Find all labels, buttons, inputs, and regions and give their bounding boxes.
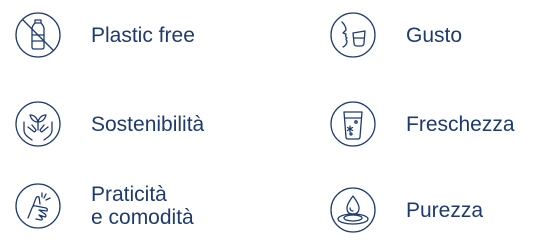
feature-label-sostenibilita: Sostenibilità: [91, 112, 205, 136]
feature-label-freschezza: Freschezza: [406, 112, 515, 136]
feature-gusto: Gusto: [329, 11, 462, 59]
feature-freschezza: Freschezza: [329, 100, 515, 148]
taste-face-glass-icon: [329, 11, 377, 59]
feature-sostenibilita: Sostenibilità: [14, 100, 204, 148]
glass-with-snowflake-icon: [329, 100, 377, 148]
water-drop-ripple-icon: [329, 186, 377, 234]
feature-praticita-comodita: Praticità e comodità: [14, 182, 194, 230]
no-plastic-bottle-icon: [14, 11, 62, 59]
hand-snap-icon: [14, 182, 62, 230]
hands-with-sprout-icon: [14, 100, 62, 148]
feature-label-line-1: Praticità: [91, 183, 167, 206]
feature-purezza: Purezza: [329, 186, 483, 234]
feature-label-line-2: e comodità: [91, 206, 194, 229]
feature-label-plastic-free: Plastic free: [91, 23, 195, 47]
feature-label-purezza: Purezza: [406, 198, 484, 222]
feature-label-praticita-comodita: Praticità e comodità: [91, 183, 194, 229]
feature-label-gusto: Gusto: [406, 23, 463, 47]
feature-plastic-free: Plastic free: [14, 11, 195, 59]
